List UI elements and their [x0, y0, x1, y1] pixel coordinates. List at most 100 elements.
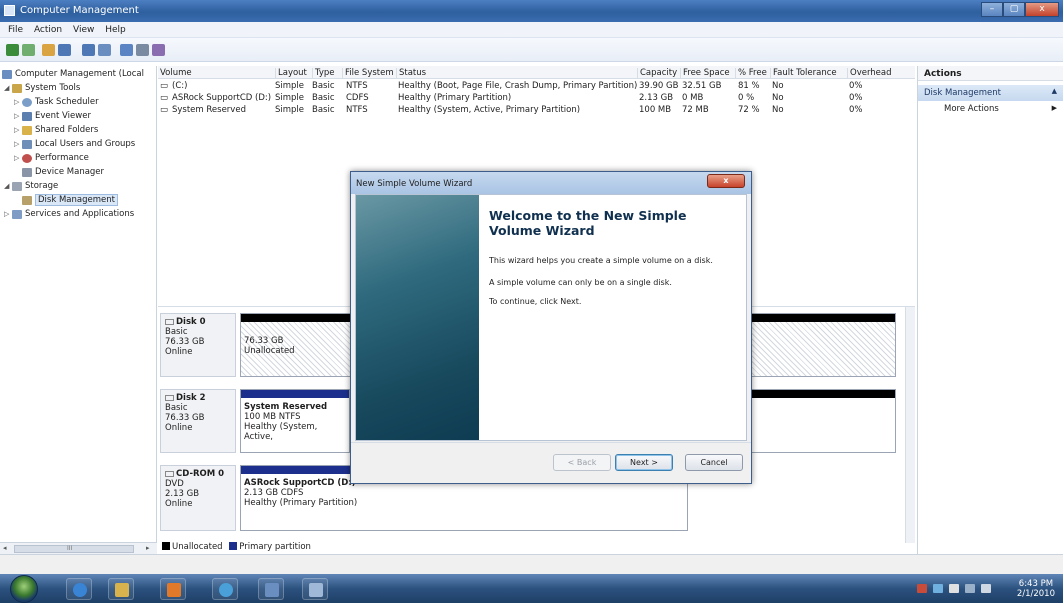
- storage-icon: [12, 181, 22, 191]
- col-layout[interactable]: Layout: [275, 68, 307, 79]
- flag-icon[interactable]: [949, 584, 959, 593]
- start-button[interactable]: [10, 575, 38, 603]
- nav-horizontal-scrollbar[interactable]: ◂ III ▸: [0, 542, 157, 554]
- close-button[interactable]: x: [1025, 2, 1059, 17]
- volume-list-header: Volume Layout Type File System Status Ca…: [158, 66, 915, 79]
- collapse-arrow-icon[interactable]: ◢: [4, 84, 12, 92]
- cell-free-space: 32.51 GB: [682, 81, 722, 91]
- scroll-left-icon[interactable]: ◂: [3, 544, 7, 552]
- col-capacity[interactable]: Capacity: [637, 68, 677, 79]
- view-icon[interactable]: [98, 44, 111, 56]
- disk-icon: [165, 394, 174, 401]
- actions-section-disk-management[interactable]: Disk Management ▲: [918, 85, 1063, 101]
- taskbar-paint[interactable]: [302, 578, 328, 600]
- disk-2-label[interactable]: Disk 2 Basic 76.33 GB Online: [160, 389, 236, 453]
- tree-shared-folders[interactable]: ▷ Shared Folders: [14, 124, 98, 136]
- back-button[interactable]: < Back: [553, 454, 611, 471]
- more-actions-label: More Actions: [944, 104, 999, 114]
- col-fault-tolerance[interactable]: Fault Tolerance: [770, 68, 837, 79]
- tree-performance[interactable]: ▷ Performance: [14, 152, 89, 164]
- col-volume[interactable]: Volume: [158, 68, 192, 79]
- collapse-arrow-icon[interactable]: ◢: [4, 182, 12, 190]
- tree-system-tools[interactable]: ◢ System Tools: [4, 82, 80, 94]
- table-row[interactable]: ▭ System Reserved Simple Basic NTFS Heal…: [158, 105, 915, 116]
- more-actions-item[interactable]: More Actions ▶: [918, 101, 1063, 114]
- table-row[interactable]: ▭ (C:) Simple Basic NTFS Healthy (Boot, …: [158, 81, 915, 92]
- col-status[interactable]: Status: [396, 68, 426, 79]
- tree-disk-management[interactable]: Disk Management: [22, 194, 118, 206]
- expand-arrow-icon[interactable]: ▷: [14, 98, 22, 106]
- cancel-button[interactable]: Cancel: [685, 454, 743, 471]
- tree-local-users-groups[interactable]: ▷ Local Users and Groups: [14, 138, 135, 150]
- taskbar-app-globe[interactable]: [212, 578, 238, 600]
- cell-free-space: 0 MB: [682, 93, 704, 103]
- properties-icon[interactable]: [82, 44, 95, 56]
- wizard-close-button[interactable]: x: [707, 174, 745, 188]
- cell-capacity: 39.90 GB: [639, 81, 679, 91]
- taskbar-explorer[interactable]: [108, 578, 134, 600]
- cell-free-space: 72 MB: [682, 105, 709, 115]
- display-icon[interactable]: [965, 584, 975, 593]
- network-icon[interactable]: [917, 584, 927, 593]
- tree-task-scheduler[interactable]: ▷ Task Scheduler: [14, 96, 99, 108]
- volume-icon[interactable]: [981, 584, 991, 593]
- clock[interactable]: 6:43 PM 2/1/2010: [1017, 579, 1055, 599]
- forward-arrow-icon[interactable]: [22, 44, 35, 56]
- col-overhead[interactable]: Overhead: [847, 68, 892, 79]
- tree-device-manager[interactable]: Device Manager: [22, 166, 104, 178]
- table-row[interactable]: ▭ ASRock SupportCD (D:) Simple Basic CDF…: [158, 93, 915, 104]
- disk-map-vertical-scrollbar[interactable]: [905, 307, 915, 543]
- col-file-system[interactable]: File System: [342, 68, 394, 79]
- disk-name: Disk 0: [176, 317, 206, 327]
- next-button[interactable]: Next >: [615, 454, 673, 471]
- taskbar-internet-explorer[interactable]: [66, 578, 92, 600]
- taskbar-media-player[interactable]: [160, 578, 186, 600]
- scroll-right-icon[interactable]: ▸: [146, 544, 150, 552]
- menu-file[interactable]: File: [8, 25, 23, 35]
- taskbar-computer-management[interactable]: [258, 578, 284, 600]
- disk-name: CD-ROM 0: [176, 469, 225, 479]
- wizard-title: New Simple Volume Wizard: [356, 179, 473, 189]
- tree-event-viewer[interactable]: ▷ Event Viewer: [14, 110, 91, 122]
- clock-time: 6:43 PM: [1018, 579, 1054, 589]
- up-folder-icon[interactable]: [42, 44, 55, 56]
- disk-state: Online: [165, 347, 193, 357]
- show-hide-tree-icon[interactable]: [58, 44, 71, 56]
- disk-icon[interactable]: [152, 44, 165, 56]
- col-type[interactable]: Type: [312, 68, 335, 79]
- partition-name: System Reserved: [244, 402, 328, 412]
- menu-view[interactable]: View: [73, 25, 94, 35]
- col-percent-free[interactable]: % Free: [735, 68, 767, 79]
- expand-arrow-icon[interactable]: ▷: [14, 154, 22, 162]
- clock-date: 2/1/2010: [1016, 589, 1055, 599]
- help-icon[interactable]: [120, 44, 133, 56]
- minimize-button[interactable]: –: [981, 2, 1003, 17]
- wizard-paragraph-1: This wizard helps you create a simple vo…: [489, 256, 713, 265]
- wizard-title-bar[interactable]: New Simple Volume Wizard x: [351, 172, 751, 194]
- disk-0-label[interactable]: Disk 0 Basic 76.33 GB Online: [160, 313, 236, 377]
- expand-arrow-icon[interactable]: ▷: [4, 210, 12, 218]
- window-title-bar[interactable]: Computer Management – ▢ x: [0, 0, 1063, 22]
- disk-name: Disk 2: [176, 393, 206, 403]
- collapse-up-icon[interactable]: ▲: [1052, 87, 1057, 95]
- scroll-thumb[interactable]: III: [14, 545, 134, 553]
- maximize-button[interactable]: ▢: [1003, 2, 1025, 17]
- tree-storage[interactable]: ◢ Storage: [4, 180, 58, 192]
- internet-explorer-icon: [73, 583, 87, 597]
- tree-services-applications[interactable]: ▷ Services and Applications: [4, 208, 134, 220]
- col-free-space[interactable]: Free Space: [680, 68, 730, 79]
- expand-arrow-icon[interactable]: ▷: [14, 112, 22, 120]
- expand-arrow-icon[interactable]: ▷: [14, 140, 22, 148]
- menu-help[interactable]: Help: [105, 25, 126, 35]
- system-reserved-partition[interactable]: System Reserved 100 MB NTFS Healthy (Sys…: [240, 389, 350, 453]
- connect-icon[interactable]: [136, 44, 149, 56]
- disk-size: 76.33 GB: [165, 337, 205, 347]
- disk-type: Basic: [165, 327, 188, 337]
- tree-computer-management[interactable]: Computer Management (Local: [2, 68, 144, 80]
- back-arrow-icon[interactable]: [6, 44, 19, 56]
- cdrom-0-label[interactable]: CD-ROM 0 DVD 2.13 GB Online: [160, 465, 236, 531]
- menu-action[interactable]: Action: [34, 25, 62, 35]
- expand-arrow-icon[interactable]: ▷: [14, 126, 22, 134]
- sync-icon[interactable]: [933, 584, 943, 593]
- wizard-heading: Welcome to the New Simple Volume Wizard: [489, 208, 739, 238]
